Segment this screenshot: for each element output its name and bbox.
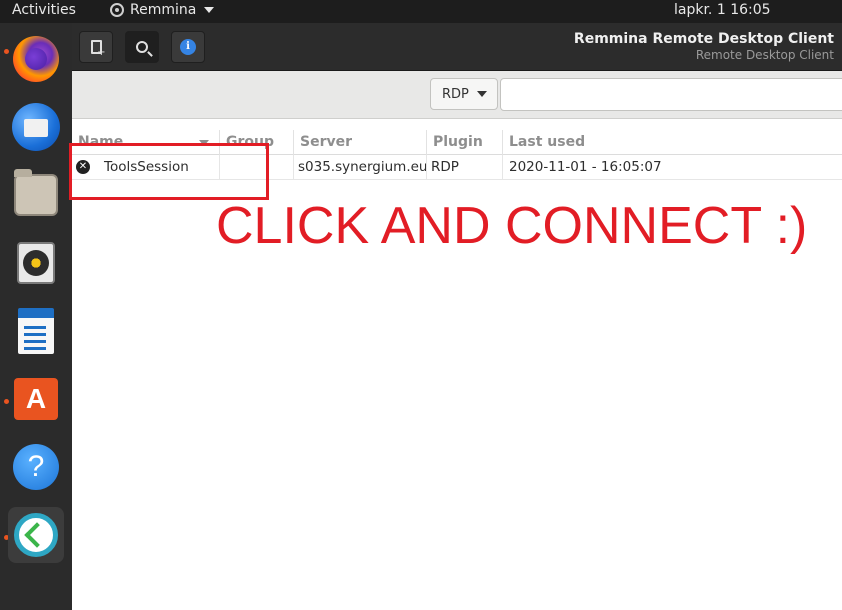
remmina-icon (14, 513, 58, 557)
search-toggle-button[interactable] (125, 31, 159, 63)
activities-button[interactable]: Activities (12, 2, 76, 18)
app-title: Remmina Remote Desktop Client (573, 31, 834, 47)
dock-item-remmina[interactable] (8, 507, 64, 563)
cell-last-used: 2020-11-01 - 16:05:07 (509, 159, 662, 175)
app-subtitle: Remote Desktop Client (695, 48, 834, 62)
column-header-plugin[interactable]: Plugin (427, 130, 503, 155)
dock-item-thunderbird[interactable] (8, 99, 64, 155)
window-title: Remmina Remote Desktop Client Remote Des… (574, 31, 834, 62)
new-connection-button[interactable] (79, 31, 113, 63)
dock-item-ubuntu-software[interactable]: A (8, 371, 64, 427)
firefox-icon (13, 36, 59, 82)
column-header-last-used[interactable]: Last used (503, 130, 842, 155)
highlight-box (69, 143, 269, 200)
dock-item-files[interactable] (8, 167, 64, 223)
top-bar: Activities Remmina lapkr. 1 16:05 (0, 0, 842, 23)
about-button[interactable]: i (171, 31, 205, 63)
new-document-icon (90, 40, 106, 58)
dock-item-writer[interactable] (8, 303, 64, 359)
chevron-down-icon (204, 7, 215, 13)
dock: A ? (0, 23, 72, 610)
rhythmbox-icon (17, 242, 55, 284)
protocol-select[interactable]: RDP (430, 78, 498, 110)
quick-connect-input[interactable] (500, 78, 842, 111)
protocol-select-value: RDP (442, 86, 469, 102)
cell-plugin: RDP (427, 155, 503, 180)
dock-item-rhythmbox[interactable] (8, 235, 64, 291)
app-menu[interactable]: Remmina (110, 2, 215, 18)
search-icon (136, 41, 148, 53)
dock-item-firefox[interactable] (8, 31, 64, 87)
info-icon: i (180, 39, 196, 55)
dock-item-help[interactable]: ? (8, 439, 64, 495)
annotation-text: CLICK AND CONNECT :) (216, 197, 808, 255)
remmina-tray-icon (110, 3, 124, 17)
files-icon (14, 169, 58, 216)
store-icon: A (14, 378, 58, 420)
help-icon: ? (13, 444, 59, 490)
thunderbird-icon (12, 103, 60, 151)
app-menu-label: Remmina (130, 2, 197, 18)
quick-connect-bar: RDP (72, 71, 842, 119)
cell-server: s035.synergium.eu (294, 155, 427, 180)
chevron-down-icon (476, 91, 487, 97)
header-bar: i Remmina Remote Desktop Client Remote D… (72, 23, 842, 71)
column-header-server[interactable]: Server (294, 130, 427, 155)
writer-icon (18, 308, 54, 354)
clock[interactable]: lapkr. 1 16:05 (674, 2, 771, 18)
